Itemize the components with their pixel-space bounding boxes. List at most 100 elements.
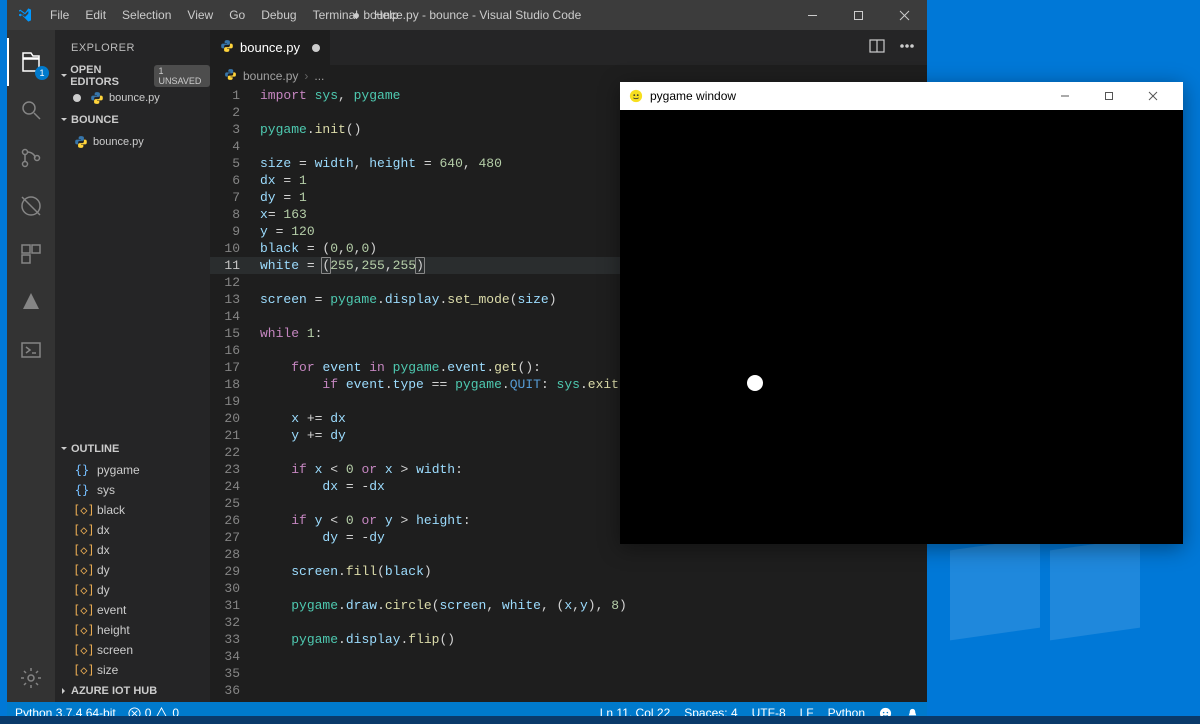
chevron-down-icon <box>57 72 70 80</box>
menu-go[interactable]: Go <box>221 0 253 30</box>
outline-item[interactable]: [◇]dx <box>55 520 210 540</box>
pygame-window: pygame window <box>620 82 1183 544</box>
pygame-minimize-button[interactable] <box>1043 82 1087 110</box>
outline-item[interactable]: [◇]dx <box>55 540 210 560</box>
editor-actions <box>857 30 927 65</box>
section-open-editors[interactable]: OPEN EDITORS 1 UNSAVED <box>55 65 210 87</box>
menu-selection[interactable]: Selection <box>114 0 179 30</box>
code-line[interactable]: 28 <box>210 546 927 563</box>
symbol-icon: [◇] <box>73 583 91 597</box>
code-line[interactable]: 30 <box>210 580 927 597</box>
window-controls <box>789 0 927 30</box>
breadcrumb-sep: › <box>304 69 308 83</box>
outline-item[interactable]: [◇]dy <box>55 580 210 600</box>
symbol-icon: [◇] <box>73 543 91 557</box>
outline-item[interactable]: [◇]height <box>55 620 210 640</box>
symbol-icon: {} <box>73 463 91 477</box>
explorer-badge: 1 <box>35 66 49 80</box>
code-line[interactable]: 29 screen.fill(black) <box>210 563 927 580</box>
symbol-icon: [◇] <box>73 563 91 577</box>
symbol-icon: [◇] <box>73 623 91 637</box>
open-editor-item[interactable]: bounce.py <box>55 87 210 109</box>
minimize-button[interactable] <box>789 0 835 30</box>
section-outline[interactable]: OUTLINE <box>55 438 210 460</box>
chevron-down-icon <box>57 116 71 124</box>
close-button[interactable] <box>881 0 927 30</box>
pygame-canvas <box>620 110 1183 544</box>
code-line[interactable]: 31 pygame.draw.circle(screen, white, (x,… <box>210 597 927 614</box>
open-editors-list: bounce.py <box>55 87 210 109</box>
tab-bounce-py[interactable]: bounce.py <box>210 30 331 65</box>
azure-label: AZURE IOT HUB <box>71 685 157 697</box>
symbol-icon: {} <box>73 483 91 497</box>
outline-item[interactable]: [◇]screen <box>55 640 210 660</box>
pygame-close-button[interactable] <box>1131 82 1175 110</box>
outline-item[interactable]: [◇]size <box>55 660 210 680</box>
activity-debug[interactable] <box>7 182 55 230</box>
titlebar: FileEditSelectionViewGoDebugTerminalHelp… <box>7 0 927 30</box>
more-actions-icon[interactable] <box>899 38 915 57</box>
dirty-dot-icon <box>73 94 81 102</box>
taskbar[interactable] <box>0 716 1200 724</box>
menu-file[interactable]: File <box>42 0 77 30</box>
open-editors-label: OPEN EDITORS <box>70 64 148 88</box>
activity-settings[interactable] <box>7 654 55 702</box>
outline-item[interactable]: {}pygame <box>55 460 210 480</box>
code-line[interactable]: 33 pygame.display.flip() <box>210 631 927 648</box>
outline-list: {}pygame{}sys[◇]black[◇]dx[◇]dx[◇]dy[◇]d… <box>55 460 210 680</box>
sidebar: EXPLORER OPEN EDITORS 1 UNSAVED bounce.p… <box>55 30 210 702</box>
activity-scm[interactable] <box>7 134 55 182</box>
menu-view[interactable]: View <box>179 0 221 30</box>
outline-label: OUTLINE <box>71 443 119 455</box>
code-line[interactable]: 34 <box>210 648 927 665</box>
breadcrumb-tail: ... <box>314 69 324 83</box>
activity-bar: 1 <box>7 30 55 702</box>
file-item[interactable]: bounce.py <box>55 131 210 153</box>
dirty-indicator-icon <box>312 44 320 52</box>
python-icon <box>224 68 237 84</box>
vscode-icon <box>7 7 42 23</box>
pygame-icon <box>628 88 644 104</box>
symbol-icon: [◇] <box>73 523 91 537</box>
python-icon <box>220 39 234 56</box>
symbol-icon: [◇] <box>73 503 91 517</box>
menu-terminal[interactable]: Terminal <box>305 0 366 30</box>
outline-item[interactable]: [◇]event <box>55 600 210 620</box>
python-icon <box>89 90 105 106</box>
activity-search[interactable] <box>7 86 55 134</box>
symbol-icon: [◇] <box>73 663 91 677</box>
activity-explorer[interactable]: 1 <box>7 38 55 86</box>
code-line[interactable]: 32 <box>210 614 927 631</box>
menu-bar: FileEditSelectionViewGoDebugTerminalHelp <box>42 0 407 30</box>
python-icon <box>73 134 89 150</box>
code-line[interactable]: 35 <box>210 665 927 682</box>
folder-label: BOUNCE <box>71 114 119 126</box>
ball <box>747 375 763 391</box>
menu-debug[interactable]: Debug <box>253 0 304 30</box>
tab-bar: bounce.py <box>210 30 927 65</box>
split-editor-icon[interactable] <box>869 38 885 57</box>
chevron-right-icon <box>57 687 71 695</box>
maximize-button[interactable] <box>835 0 881 30</box>
activity-extensions[interactable] <box>7 230 55 278</box>
sidebar-title: EXPLORER <box>55 30 210 65</box>
outline-item[interactable]: {}sys <box>55 480 210 500</box>
activity-powershell[interactable] <box>7 326 55 374</box>
activity-azure[interactable] <box>7 278 55 326</box>
menu-help[interactable]: Help <box>366 0 407 30</box>
menu-edit[interactable]: Edit <box>77 0 114 30</box>
code-line[interactable]: 36 <box>210 682 927 699</box>
symbol-icon: [◇] <box>73 603 91 617</box>
pygame-titlebar: pygame window <box>620 82 1183 110</box>
section-folder[interactable]: BOUNCE <box>55 109 210 131</box>
pygame-maximize-button[interactable] <box>1087 82 1131 110</box>
outline-item[interactable]: [◇]black <box>55 500 210 520</box>
outline-item[interactable]: [◇]dy <box>55 560 210 580</box>
unsaved-pill: 1 UNSAVED <box>154 65 210 87</box>
symbol-icon: [◇] <box>73 643 91 657</box>
pygame-title-text: pygame window <box>650 89 736 103</box>
chevron-down-icon <box>57 445 71 453</box>
section-azure[interactable]: AZURE IOT HUB <box>55 680 210 702</box>
tab-label: bounce.py <box>240 40 300 55</box>
folder-list: bounce.py <box>55 131 210 153</box>
